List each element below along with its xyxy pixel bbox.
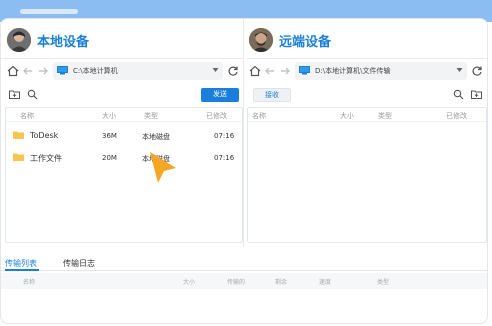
column-type: 类型 [377, 279, 390, 286]
forward-arrow-icon[interactable] [279, 65, 291, 77]
local-device-pane: 本地设备 C:\本地计算机 发送 名称 大小 类型 已修改 ToDesk 36M… [1, 19, 243, 247]
file-name: 工作文件 [30, 154, 62, 163]
file-modified: 07:16 [214, 154, 235, 162]
tab-transfer-list[interactable]: 传输列表 [5, 258, 37, 269]
transfer-table-header: 名称 大小 传输的 剩余 速度 类型 [1, 273, 487, 289]
local-user-avatar [7, 28, 31, 52]
remote-device-title: 远端设备 [279, 35, 332, 50]
column-name[interactable]: 名称 [20, 111, 34, 121]
folder-icon [13, 131, 24, 139]
send-button[interactable]: 发送 [201, 88, 239, 102]
transfer-panel: 传输列表 传输日志 名称 大小 传输的 剩余 速度 类型 [1, 251, 487, 323]
receive-button[interactable]: 接收 [253, 88, 291, 102]
file-size: 36M [102, 132, 117, 140]
dropdown-caret-icon[interactable] [456, 67, 463, 73]
column-name[interactable]: 名称 [252, 111, 266, 121]
title-tab-pill [20, 9, 78, 14]
column-transferred: 传输的 [227, 279, 246, 286]
refresh-icon[interactable] [471, 65, 483, 77]
file-modified: 07:16 [214, 132, 235, 140]
tab-transfer-log[interactable]: 传输日志 [63, 258, 95, 269]
column-modified[interactable]: 已修改 [206, 111, 227, 121]
local-path-field[interactable]: C:\本地计算机 [53, 62, 223, 80]
local-path-text: C:\本地计算机 [73, 67, 118, 75]
column-type[interactable]: 类型 [144, 111, 158, 121]
file-row[interactable]: 工作文件 20M 本地磁盘 07:16 [6, 146, 242, 168]
file-transfer-window: 本地设备 C:\本地计算机 发送 名称 大小 类型 已修改 ToDesk 36M… [0, 18, 488, 324]
dropdown-caret-icon[interactable] [212, 67, 219, 73]
home-icon[interactable] [7, 65, 19, 77]
transfer-tabs: 传输列表 传输日志 [1, 251, 487, 271]
local-device-header: 本地设备 [1, 19, 243, 59]
remote-user-avatar [249, 28, 273, 52]
column-name: 名称 [23, 279, 36, 286]
local-file-columns: 名称 大小 类型 已修改 [6, 108, 242, 122]
back-arrow-icon[interactable] [264, 65, 276, 77]
remote-device-pane: 远端设备 D:\本地计算机\文件传输 接收 名称 大小 类型 已修改 [247, 19, 487, 247]
local-device-title: 本地设备 [37, 35, 90, 50]
search-icon[interactable] [453, 89, 464, 100]
search-icon[interactable] [27, 89, 38, 100]
remote-device-header: 远端设备 [247, 19, 487, 59]
drive-icon [57, 66, 68, 75]
column-size[interactable]: 大小 [102, 111, 116, 121]
local-toolbar: 发送 [1, 85, 243, 105]
remote-file-list: 名称 大小 类型 已修改 [247, 107, 487, 243]
remote-file-columns: 名称 大小 类型 已修改 [248, 108, 486, 122]
home-icon[interactable] [249, 65, 261, 77]
remote-path-text: D:\本地计算机\文件传输 [315, 67, 391, 75]
new-folder-icon[interactable] [9, 89, 20, 100]
file-row[interactable]: ToDesk 36M 本地磁盘 07:16 [6, 124, 242, 146]
remote-nav-bar: D:\本地计算机\文件传输 [247, 59, 487, 83]
column-size: 大小 [183, 279, 196, 286]
forward-arrow-icon[interactable] [37, 65, 49, 77]
local-nav-bar: C:\本地计算机 [1, 59, 243, 83]
file-name: ToDesk [30, 131, 59, 140]
active-tab-indicator [5, 269, 39, 271]
file-size: 20M [102, 154, 117, 162]
cursor-pointer-icon [150, 152, 176, 183]
local-file-list: 名称 大小 类型 已修改 ToDesk 36M 本地磁盘 07:16 工作文件 … [5, 107, 243, 243]
column-size[interactable]: 大小 [340, 111, 354, 121]
remote-path-field[interactable]: D:\本地计算机\文件传输 [295, 62, 467, 80]
column-modified[interactable]: 已修改 [446, 111, 467, 121]
back-arrow-icon[interactable] [22, 65, 34, 77]
column-remaining: 剩余 [275, 279, 288, 286]
refresh-icon[interactable] [227, 65, 239, 77]
column-type[interactable]: 类型 [378, 111, 392, 121]
new-folder-icon[interactable] [471, 89, 482, 100]
drive-icon [299, 66, 310, 75]
folder-icon [13, 153, 24, 161]
column-speed: 速度 [319, 279, 332, 286]
remote-toolbar: 接收 [247, 85, 487, 105]
file-type: 本地磁盘 [142, 133, 170, 141]
